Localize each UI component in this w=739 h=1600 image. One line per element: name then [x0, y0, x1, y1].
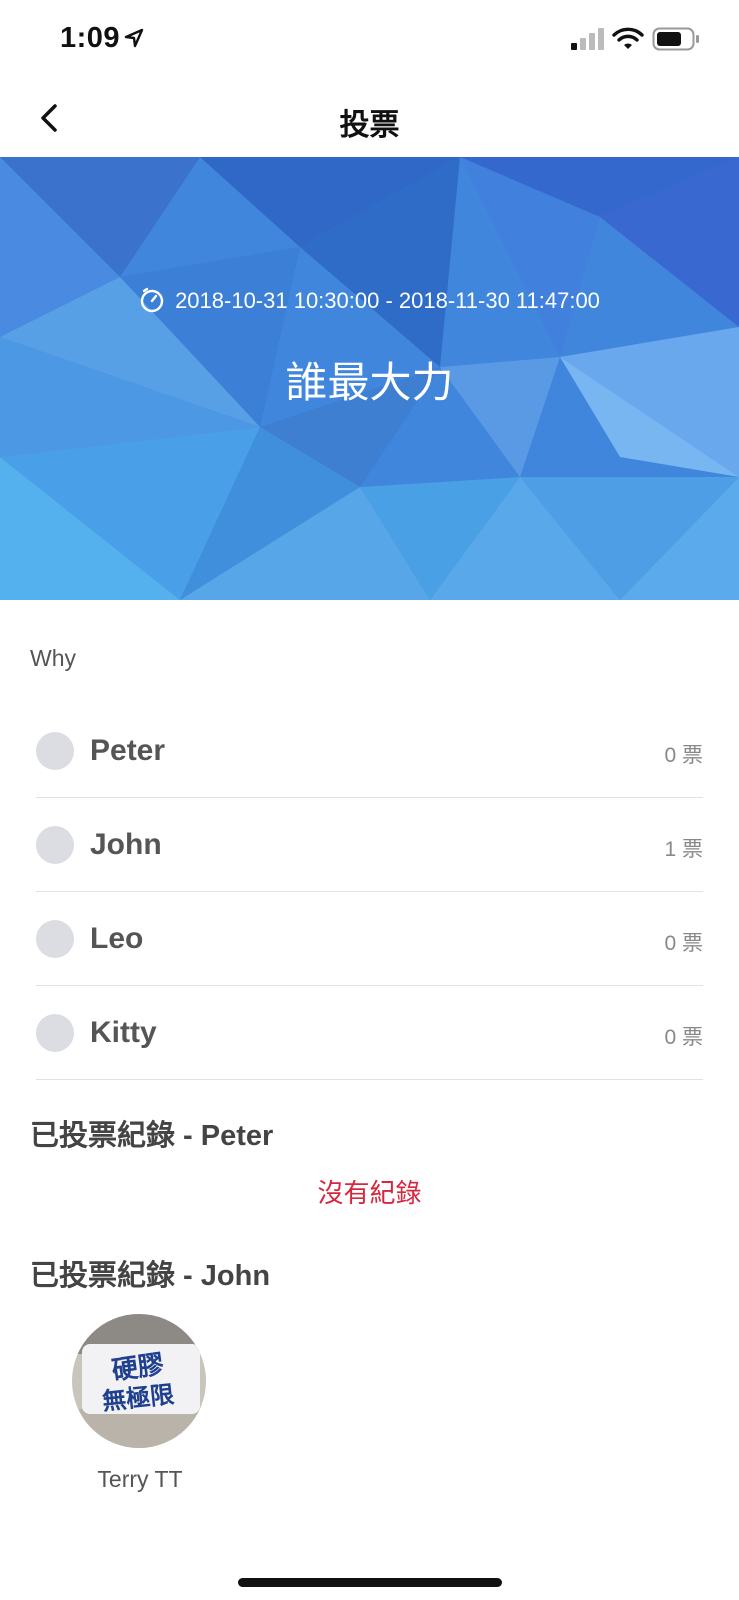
vote-options-list: Peter 0 票 John 1 票 Leo 0 票 Kitty 0 票 — [36, 704, 703, 1080]
option-label: Kitty — [90, 1016, 157, 1049]
vote-option-john[interactable]: John 1 票 — [36, 798, 703, 892]
option-label: Peter — [90, 734, 166, 767]
vote-option-kitty[interactable]: Kitty 0 票 — [36, 986, 703, 1080]
battery-icon — [652, 27, 699, 51]
radio-button[interactable] — [36, 1014, 74, 1052]
option-vote-count: 1 票 — [664, 838, 703, 861]
timer-icon — [140, 287, 164, 313]
voter-name: Terry TT — [97, 1466, 183, 1492]
location-arrow-icon — [124, 28, 144, 48]
vote-question: Why — [30, 645, 76, 671]
avatar-image: 硬膠 無極限 — [72, 1314, 206, 1448]
option-vote-count: 0 票 — [664, 932, 703, 955]
vote-date-range: 2018-10-31 10:30:00 - 2018-11-30 11:47:0… — [175, 288, 600, 313]
status-bar: 1:09 — [0, 0, 739, 80]
wifi-icon — [612, 27, 644, 49]
navigation-bar: 投票 — [0, 80, 739, 158]
vote-banner: 2018-10-31 10:30:00 - 2018-11-30 11:47:0… — [0, 157, 739, 600]
radio-button[interactable] — [36, 920, 74, 958]
page-title: 投票 — [339, 109, 400, 142]
vote-option-peter[interactable]: Peter 0 票 — [36, 704, 703, 798]
option-label: Leo — [90, 922, 144, 955]
vote-period: 2018-10-31 10:30:00 - 2018-11-30 11:47:0… — [0, 287, 739, 314]
radio-button[interactable] — [36, 732, 74, 770]
vote-record-title-john: 已投票紀錄 - John — [30, 1260, 271, 1292]
vote-option-leo[interactable]: Leo 0 票 — [36, 892, 703, 986]
no-record-text: 沒有紀錄 — [317, 1178, 422, 1208]
option-vote-count: 0 票 — [664, 744, 703, 767]
option-vote-count: 0 票 — [664, 1026, 703, 1049]
home-indicator[interactable] — [238, 1578, 502, 1587]
vote-record-title-peter: 已投票紀錄 - Peter — [30, 1120, 274, 1152]
cellular-signal-icon — [571, 28, 604, 50]
voter-avatar[interactable]: 硬膠 無極限 — [72, 1314, 206, 1448]
radio-button[interactable] — [36, 826, 74, 864]
vote-title: 誰最大力 — [285, 359, 454, 406]
option-label: John — [90, 828, 162, 861]
status-time: 1:09 — [60, 22, 121, 54]
